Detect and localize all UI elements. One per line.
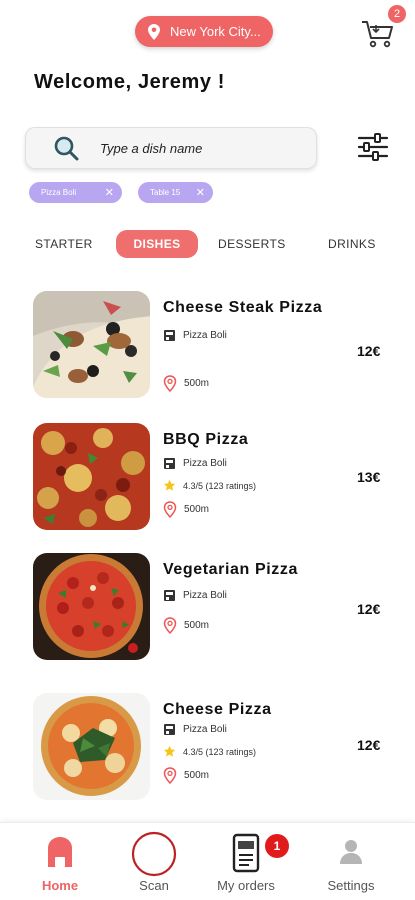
distance-info: 500m [163, 617, 209, 634]
scan-icon [131, 831, 177, 882]
tab-drinks[interactable]: DRINKS [328, 230, 376, 258]
orders-icon [232, 833, 260, 878]
location-label: New York City... [170, 24, 261, 39]
nav-settings[interactable]: Settings [306, 823, 396, 900]
distance-label: 500m [184, 378, 210, 389]
restaurant-info: Pizza Boli [163, 723, 227, 736]
dish-name: Cheese Pizza [163, 701, 272, 718]
nav-home[interactable]: Home [15, 823, 105, 900]
restaurant-icon [163, 457, 176, 470]
bottom-nav: Home Scan My orders Settings [0, 822, 415, 900]
dish-image [33, 553, 150, 660]
list-item[interactable]: Vegetarian Pizza Pizza Boli 500m 12€ [0, 553, 415, 668]
location-pin-icon [163, 375, 177, 392]
list-item[interactable]: Cheese Pizza Pizza Boli 4.3/5 (123 ratin… [0, 693, 415, 808]
user-icon [339, 839, 363, 870]
tab-starter[interactable]: STARTER [35, 230, 93, 258]
nav-label: Home [41, 878, 79, 893]
close-icon[interactable]: ✕ [105, 186, 114, 199]
location-pin-icon [163, 501, 177, 518]
tab-dishes[interactable]: DISHES [116, 230, 198, 258]
rating-label: 4.3/5 (123 ratings) [183, 480, 257, 491]
restaurant-icon [163, 329, 176, 342]
dish-image [33, 693, 150, 800]
distance-label: 500m [184, 770, 210, 781]
category-tabs: STARTER DISHES DESSERTS DRINKS [0, 230, 415, 258]
cart-badge: 2 [388, 5, 406, 23]
dish-price: 13€ [357, 469, 381, 485]
list-item[interactable]: BBQ Pizza Pizza Boli 4.3/5 (123 ratings)… [0, 423, 415, 538]
star-icon [163, 745, 176, 758]
restaurant-icon [163, 723, 176, 736]
dish-image [33, 291, 150, 398]
nav-label: Scan [139, 878, 169, 893]
search-icon [52, 134, 80, 162]
dish-image [33, 423, 150, 530]
dish-name: Cheese Steak Pizza [163, 299, 323, 316]
sliders-icon [357, 133, 389, 161]
location-pin-icon [163, 617, 177, 634]
dish-price: 12€ [357, 343, 381, 359]
restaurant-name: Pizza Boli [183, 330, 227, 341]
tab-desserts[interactable]: DESSERTS [218, 230, 286, 258]
nav-scan[interactable]: Scan [109, 823, 199, 900]
filter-button[interactable] [356, 130, 390, 164]
distance-info: 500m [163, 767, 209, 784]
close-icon[interactable]: ✕ [196, 186, 205, 199]
dish-name: BBQ Pizza [163, 431, 249, 448]
star-icon [163, 479, 176, 492]
chip-label: Pizza Boli [41, 188, 77, 197]
nav-label: My orders [217, 878, 275, 893]
dish-name: Vegetarian Pizza [163, 561, 298, 578]
distance-info: 500m [163, 501, 209, 518]
location-pin-icon [146, 23, 162, 41]
restaurant-info: Pizza Boli [163, 589, 227, 602]
restaurant-name: Pizza Boli [183, 724, 227, 735]
welcome-title: Welcome, Jeremy ! [34, 71, 226, 93]
top-bar: New York City... [0, 0, 415, 60]
distance-label: 500m [184, 620, 210, 631]
search-bar[interactable] [25, 127, 317, 169]
distance-info: 500m [163, 375, 209, 392]
restaurant-info: Pizza Boli [163, 329, 227, 342]
home-icon [45, 835, 75, 874]
cart-button[interactable] [360, 16, 396, 52]
filter-chip-restaurant[interactable]: Pizza Boli ✕ [29, 182, 122, 203]
chip-label: Table 15 [150, 188, 181, 197]
list-item[interactable]: Cheese Steak Pizza Pizza Boli 500m 12€ [0, 291, 415, 406]
filter-chip-table[interactable]: Table 15 ✕ [138, 182, 213, 203]
dish-price: 12€ [357, 737, 381, 753]
cart-icon [362, 21, 393, 48]
rating-label: 4.3/5 (123 ratings) [183, 746, 257, 757]
nav-label: Settings [327, 878, 375, 893]
rating-info: 4.3/5 (123 ratings) [163, 745, 256, 758]
location-pin-icon [163, 767, 177, 784]
restaurant-name: Pizza Boli [183, 590, 227, 601]
search-input[interactable] [100, 140, 290, 156]
restaurant-name: Pizza Boli [183, 458, 227, 469]
restaurant-info: Pizza Boli [163, 457, 227, 470]
rating-info: 4.3/5 (123 ratings) [163, 479, 256, 492]
dish-price: 12€ [357, 601, 381, 617]
active-filters: Pizza Boli ✕ Table 15 ✕ [29, 182, 213, 203]
location-selector[interactable]: New York City... [135, 16, 273, 47]
restaurant-icon [163, 589, 176, 602]
orders-badge: 1 [265, 834, 289, 858]
distance-label: 500m [184, 504, 210, 515]
